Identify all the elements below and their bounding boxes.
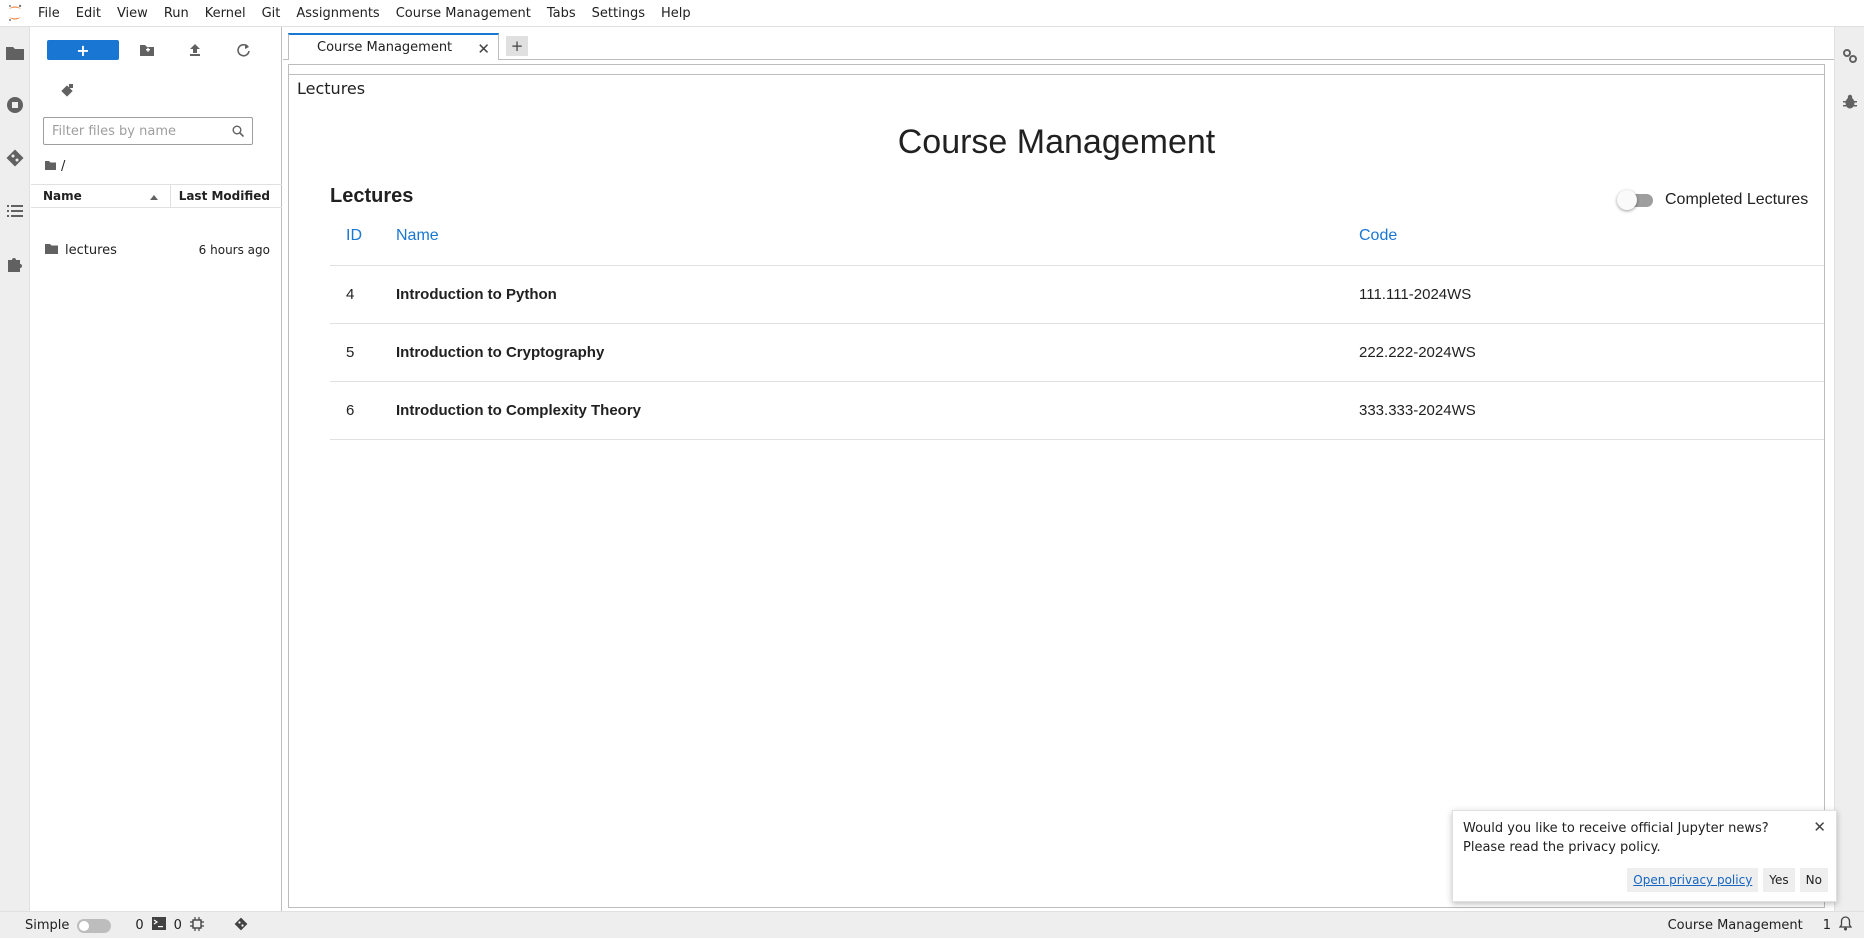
terminal-icon[interactable] bbox=[151, 917, 166, 934]
file-filter-search bbox=[43, 117, 253, 145]
row-name: Introduction to Cryptography bbox=[396, 323, 1359, 382]
menu-edit[interactable]: Edit bbox=[68, 0, 109, 27]
refresh-icon[interactable] bbox=[231, 38, 255, 62]
tab-label: Course Management bbox=[317, 40, 453, 55]
folder-icon bbox=[45, 243, 58, 258]
menu-course-management[interactable]: Course Management bbox=[388, 0, 539, 27]
folder-icon[interactable] bbox=[45, 159, 56, 174]
row-id: 5 bbox=[330, 323, 396, 382]
upload-icon[interactable] bbox=[183, 38, 207, 62]
list-item-name: lectures bbox=[65, 242, 117, 258]
menu-settings[interactable]: Settings bbox=[584, 0, 653, 27]
bell-icon[interactable] bbox=[1838, 916, 1853, 935]
file-browser-icon[interactable] bbox=[0, 38, 30, 68]
notification-count[interactable]: 1 bbox=[1823, 918, 1831, 933]
menu-tabs[interactable]: Tabs bbox=[539, 0, 584, 27]
file-filter-input[interactable] bbox=[52, 123, 222, 139]
row-code: 333.333-2024WS bbox=[1359, 381, 1824, 440]
page-breadcrumb[interactable]: Lectures bbox=[297, 79, 365, 98]
add-tab-button[interactable]: + bbox=[506, 36, 528, 56]
notification-message: Would you like to receive official Jupyt… bbox=[1463, 821, 1769, 836]
left-activity-bar bbox=[0, 27, 30, 911]
terminal-count: 0 bbox=[173, 918, 182, 933]
id-column-header[interactable]: ID bbox=[330, 207, 396, 266]
breadcrumb: / bbox=[45, 157, 65, 175]
menu-view[interactable]: View bbox=[109, 0, 156, 27]
no-button[interactable]: No bbox=[1799, 868, 1828, 892]
table-of-contents-icon[interactable] bbox=[0, 196, 30, 226]
row-name: Introduction to Complexity Theory bbox=[396, 381, 1359, 440]
menu-help[interactable]: Help bbox=[653, 0, 699, 27]
close-icon[interactable]: ✕ bbox=[1813, 818, 1826, 836]
row-code: 222.222-2024WS bbox=[1359, 323, 1824, 382]
tab-course-management[interactable]: Course Management ✕ bbox=[288, 33, 499, 60]
row-id: 6 bbox=[330, 381, 396, 440]
git-clone-icon[interactable] bbox=[55, 79, 79, 103]
menu-assignments[interactable]: Assignments bbox=[288, 0, 387, 27]
running-sessions-icon[interactable] bbox=[0, 90, 30, 120]
new-launcher-button[interactable]: + bbox=[47, 40, 119, 60]
table-row[interactable]: 4 Introduction to Python 111.111-2024WS bbox=[330, 265, 1824, 324]
table-header-row: ID Name Code bbox=[330, 207, 1824, 266]
active-document-label: Course Management bbox=[1667, 918, 1803, 933]
news-notification: Would you like to receive official Jupyt… bbox=[1452, 810, 1837, 902]
table-row[interactable]: 6 Introduction to Complexity Theory 333.… bbox=[330, 381, 1824, 440]
menu-kernel[interactable]: Kernel bbox=[197, 0, 254, 27]
name-header-label: Name bbox=[43, 189, 82, 203]
git-icon[interactable] bbox=[0, 143, 30, 173]
name-column-header[interactable]: Name bbox=[396, 207, 1359, 266]
row-code: 111.111-2024WS bbox=[1359, 265, 1824, 324]
notification-message-secondary: Please read the privacy policy. bbox=[1463, 840, 1661, 855]
git-status-icon[interactable] bbox=[234, 917, 248, 935]
menu-file[interactable]: File bbox=[30, 0, 68, 27]
search-icon bbox=[232, 125, 244, 137]
right-activity-bar bbox=[1834, 27, 1864, 911]
menu-run[interactable]: Run bbox=[156, 0, 197, 27]
table-row[interactable]: 5 Introduction to Cryptography 222.222-2… bbox=[330, 323, 1824, 382]
status-bar: Simple 0 0 Course Management 1 bbox=[0, 911, 1864, 938]
list-item[interactable]: lectures 6 hours ago bbox=[31, 239, 282, 261]
sort-by-name-header[interactable]: Name bbox=[31, 185, 171, 207]
list-item-modified: 6 hours ago bbox=[198, 243, 270, 257]
code-column-header[interactable]: Code bbox=[1359, 207, 1824, 266]
property-inspector-icon[interactable] bbox=[1835, 41, 1864, 71]
tab-bar: Course Management ✕ + bbox=[283, 33, 1834, 60]
menu-git[interactable]: Git bbox=[254, 0, 289, 27]
simple-mode-label: Simple bbox=[25, 918, 70, 933]
yes-button[interactable]: Yes bbox=[1763, 868, 1795, 892]
file-list-header: Name Last Modified bbox=[31, 184, 282, 208]
lectures-table: ID Name Code 4 Introduction to Python 11… bbox=[330, 207, 1824, 440]
debugger-bug-icon[interactable] bbox=[1835, 87, 1864, 117]
breadcrumb-root[interactable]: / bbox=[61, 159, 65, 174]
close-icon[interactable]: ✕ bbox=[477, 40, 490, 58]
main-area: Course Management ✕ + Lectures Course Ma… bbox=[283, 27, 1834, 911]
course-management-panel: Lectures Course Management Lectures Comp… bbox=[288, 64, 1825, 908]
open-privacy-policy-link[interactable]: Open privacy policy bbox=[1627, 868, 1759, 892]
menu-bar: File Edit View Run Kernel Git Assignment… bbox=[0, 0, 1864, 27]
page-title: Course Management bbox=[897, 123, 1216, 161]
jupyter-logo-icon bbox=[0, 0, 30, 27]
modified-header-label: Last Modified bbox=[178, 189, 270, 203]
panel-toolbar bbox=[289, 65, 1824, 75]
file-browser-panel: + / Name Last Modified bbox=[31, 27, 282, 911]
new-folder-icon[interactable] bbox=[135, 38, 159, 62]
sort-caret-up-icon bbox=[150, 189, 158, 203]
kernel-chip-icon[interactable] bbox=[189, 916, 204, 935]
section-title: Lectures bbox=[330, 185, 414, 207]
kernel-count: 0 bbox=[135, 918, 144, 933]
row-name: Introduction to Python bbox=[396, 265, 1359, 324]
extension-manager-icon[interactable] bbox=[0, 249, 30, 279]
simple-mode-toggle[interactable] bbox=[77, 918, 112, 933]
sort-by-modified-header[interactable]: Last Modified bbox=[171, 185, 282, 207]
row-id: 4 bbox=[330, 265, 396, 324]
